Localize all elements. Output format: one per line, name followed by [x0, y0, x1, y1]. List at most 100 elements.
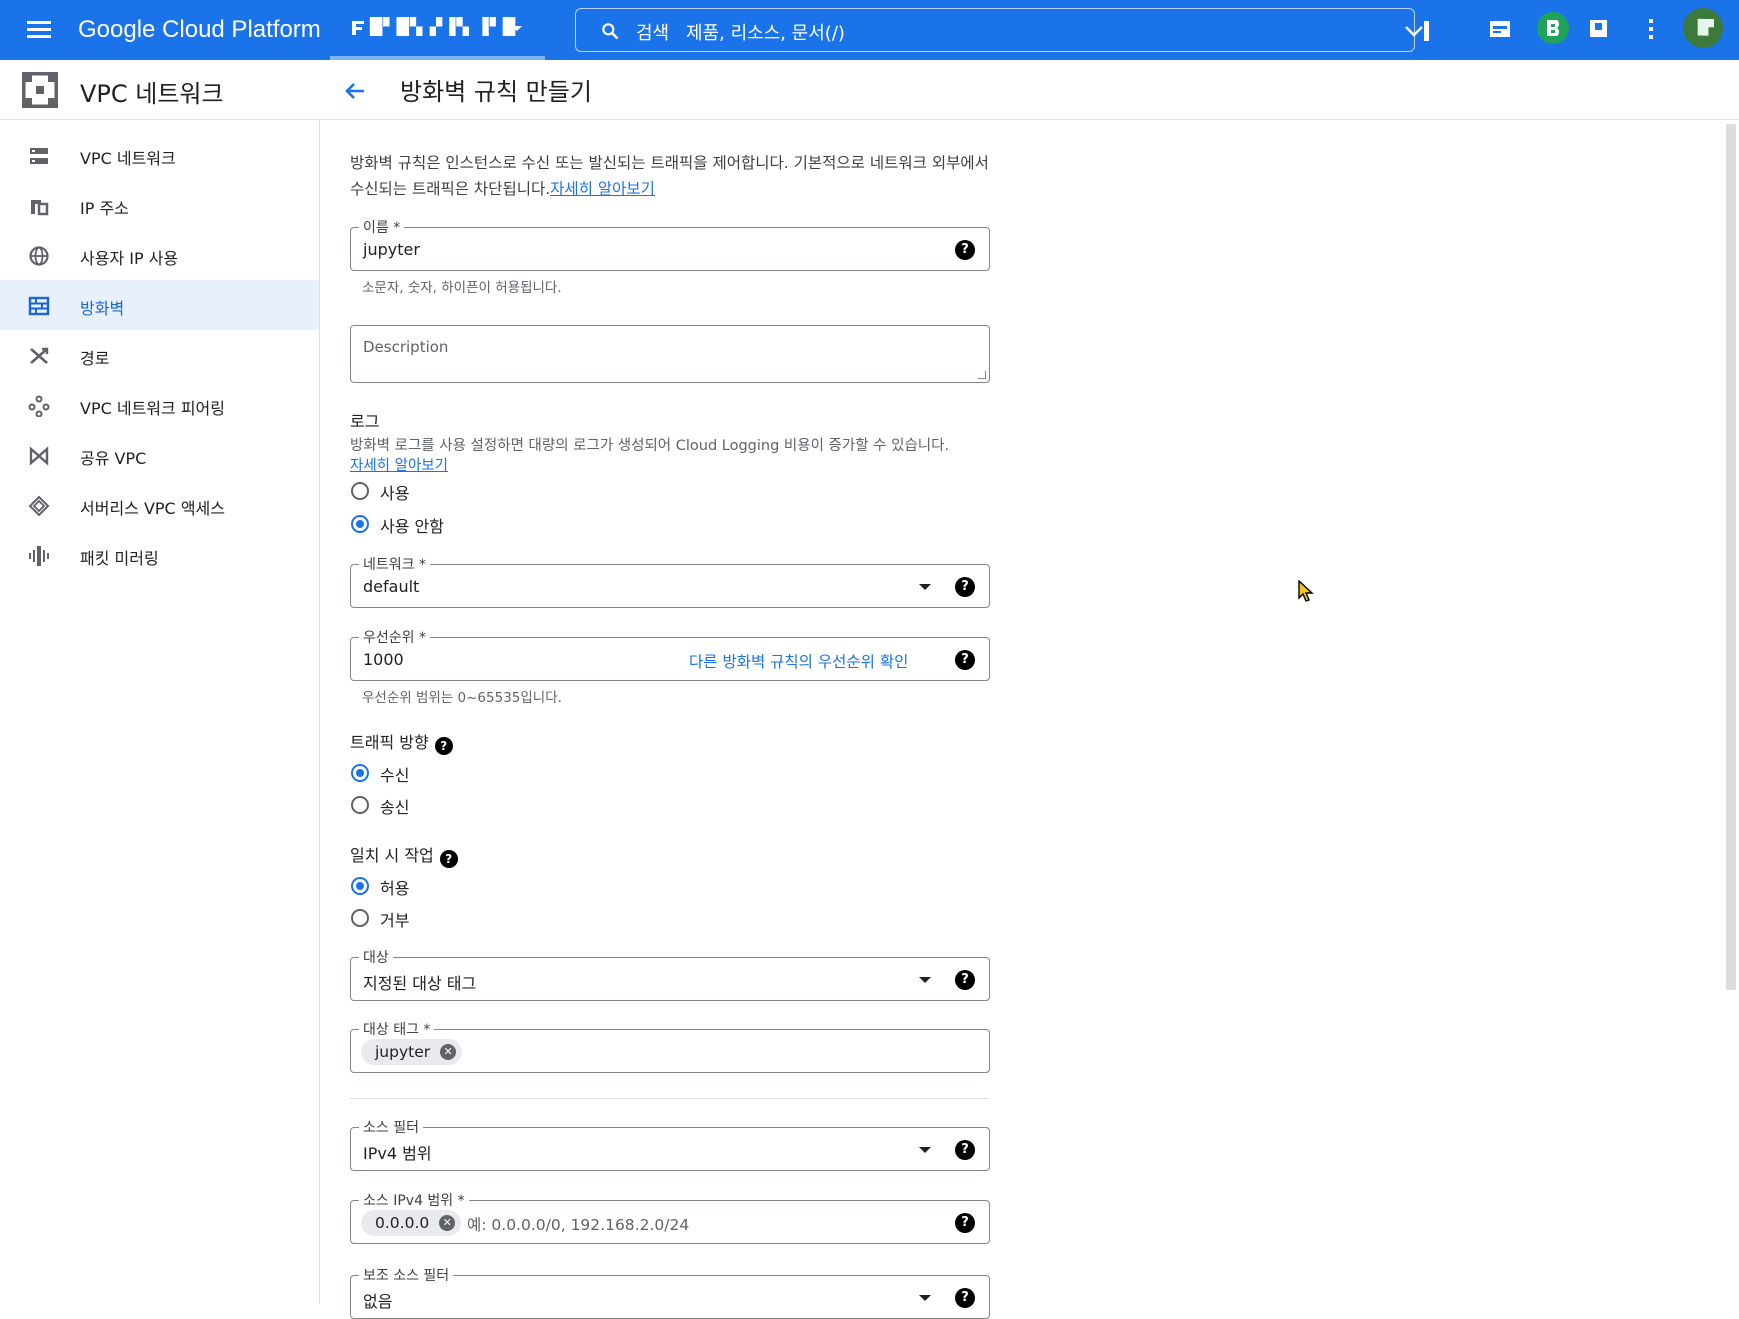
gift-icon[interactable] — [1533, 8, 1573, 48]
firewall-icon — [28, 296, 50, 316]
help-icon[interactable]: ? — [439, 850, 458, 868]
help-icon[interactable]: ? — [955, 240, 975, 260]
target-tags-field[interactable]: 대상 태그 * jupyter ✕ — [350, 1019, 990, 1073]
dropdown-arrow-icon[interactable] — [919, 584, 931, 590]
sidebar-item-vpc-networks[interactable]: VPC 네트워크 — [0, 130, 319, 180]
sidebar-item-peering[interactable]: VPC 네트워크 피어링 — [0, 380, 319, 430]
sidebar-item-ip-addresses[interactable]: IP 주소 — [0, 180, 319, 230]
logs-description: 방화벽 로그를 사용 설정하면 대량의 로그가 생성되어 Cloud Loggi… — [350, 436, 990, 476]
project-icon — [352, 21, 364, 35]
sidebar-item-routes[interactable]: 경로 — [0, 330, 319, 380]
sidebar-item-label: VPC 네트워크 피어링 — [80, 399, 225, 418]
chevron-down-icon[interactable] — [1404, 21, 1430, 41]
close-icon[interactable]: ✕ — [439, 1215, 456, 1231]
search-icon — [602, 23, 619, 40]
radio-label: 거부 — [380, 911, 410, 930]
close-icon[interactable]: ✕ — [440, 1044, 457, 1060]
help-icon[interactable]: ? — [955, 1288, 975, 1308]
radio-button[interactable] — [351, 877, 369, 895]
name-hint: 소문자, 숫자, 하이픈이 허용됩니다. — [362, 280, 562, 296]
product-header: VPC 네트워크 — [0, 60, 320, 120]
resize-handle[interactable] — [978, 371, 986, 379]
description-placeholder: Description — [363, 338, 449, 356]
search-input[interactable]: 제품, 리소스, 문서(/) — [686, 19, 845, 45]
name-field[interactable]: 이름 * jupyter ? — [350, 217, 990, 271]
sidebar-nav: VPC 네트워크 IP 주소 사용자 IP 사용 방화벽 경로 VPC 네트워크… — [0, 120, 320, 1304]
notifications-icon[interactable] — [1584, 14, 1614, 44]
routes-icon — [30, 347, 49, 364]
terminal-icon[interactable] — [1485, 14, 1515, 44]
help-icon[interactable]: ? — [955, 1140, 975, 1160]
scrollbar[interactable] — [1726, 124, 1736, 990]
dropdown-arrow-icon[interactable] — [919, 1295, 931, 1301]
direction-title: 트래픽 방향? — [350, 729, 453, 755]
menu-icon[interactable] — [26, 19, 52, 41]
help-icon[interactable]: ? — [434, 737, 453, 755]
search-bar[interactable]: 검색 제품, 리소스, 문서(/) — [575, 8, 1429, 52]
peering-icon — [28, 395, 50, 417]
more-vert-icon[interactable] — [1636, 14, 1666, 44]
radio-label: 수신 — [380, 766, 410, 785]
divider — [350, 1098, 990, 1099]
help-icon[interactable]: ? — [955, 970, 975, 990]
description-field[interactable]: Description — [350, 325, 990, 383]
project-name: █▘█▚ ▞▐▚ ▐▘█ — [370, 17, 517, 36]
network-label: 네트워크 * — [359, 554, 430, 574]
name-input[interactable]: jupyter — [363, 240, 420, 259]
second-source-filter-select[interactable]: 보조 소스 필터 없음 ? — [350, 1265, 990, 1319]
tag-chip[interactable]: jupyter ✕ — [361, 1039, 463, 1065]
project-selector[interactable]: █▘█▚ ▞▐▚ ▐▘█ — [330, 0, 545, 60]
sidebar-item-label: 서버리스 VPC 액세스 — [80, 499, 225, 518]
dropdown-arrow-icon[interactable] — [919, 977, 931, 983]
chevron-down-icon — [512, 26, 522, 31]
source-ranges-label: 소스 IPv4 범위 * — [359, 1190, 469, 1210]
priority-input[interactable]: 1000 — [363, 650, 404, 669]
help-icon[interactable]: ? — [955, 650, 975, 670]
sidebar-item-packet-mirroring[interactable]: 패킷 미러링 — [0, 530, 319, 580]
logs-desc-text: 방화벽 로그를 사용 설정하면 대량의 로그가 생성되어 Cloud Loggi… — [350, 438, 950, 454]
sidebar-item-firewall[interactable]: 방화벽 — [0, 280, 319, 330]
brand-title[interactable]: Google Cloud Platform — [78, 15, 321, 45]
radio-button[interactable] — [351, 796, 369, 814]
priority-label: 우선순위 * — [359, 627, 430, 647]
targets-select[interactable]: 대상 지정된 대상 태그 ? — [350, 947, 990, 1001]
second-source-filter-label: 보조 소스 필터 — [359, 1265, 454, 1285]
sidebar-item-label: 경로 — [80, 349, 110, 368]
radio-label: 사용 안함 — [380, 517, 444, 536]
back-arrow-icon[interactable] — [342, 78, 368, 104]
second-source-filter-value: 없음 — [363, 1292, 393, 1311]
radio-button[interactable] — [351, 482, 369, 500]
shared-vpc-icon — [29, 446, 49, 466]
avatar[interactable]: ▐▛ — [1683, 8, 1723, 48]
mouse-cursor-icon — [1298, 580, 1314, 602]
source-ranges-field[interactable]: 소스 IPv4 범위 * 0.0.0.0 ✕ 예: 0.0.0.0/0, 192… — [350, 1190, 990, 1244]
logs-learn-more-link[interactable]: 자세히 알아보기 — [350, 458, 448, 474]
priority-field[interactable]: 우선순위 * 1000 다른 방화벽 규칙의 우선순위 확인 ? — [350, 627, 990, 681]
help-icon[interactable]: ? — [955, 577, 975, 597]
dropdown-arrow-icon[interactable] — [919, 1147, 931, 1153]
radio-button[interactable] — [351, 515, 369, 533]
range-chip[interactable]: 0.0.0.0 ✕ — [361, 1210, 462, 1236]
sidebar-item-shared-vpc[interactable]: 공유 VPC — [0, 430, 319, 480]
intro-text: 방화벽 규칙은 인스턴스로 수신 또는 발신되는 트래픽을 제어합니다. 기본적… — [350, 150, 990, 202]
vpc-logo-icon — [22, 72, 58, 108]
sidebar-item-serverless-vpc[interactable]: 서버리스 VPC 액세스 — [0, 480, 319, 530]
radio-button[interactable] — [351, 764, 369, 782]
learn-more-link[interactable]: 자세히 알아보기 — [550, 180, 655, 198]
page-header: 방화벽 규칙 만들기 — [320, 60, 1739, 120]
radio-button[interactable] — [351, 909, 369, 927]
direction-label: 트래픽 방향 — [350, 733, 429, 752]
packet-mirroring-icon — [29, 546, 49, 566]
ip-address-icon — [31, 200, 49, 216]
product-title: VPC 네트워크 — [80, 80, 224, 108]
priority-hint: 우선순위 범위는 0~65535입니다. — [362, 690, 562, 706]
source-filter-select[interactable]: 소스 필터 IPv4 범위 ? — [350, 1117, 990, 1171]
source-ranges-input[interactable]: 예: 0.0.0.0/0, 192.168.2.0/24 — [467, 1213, 689, 1235]
sidebar-item-label: IP 주소 — [80, 199, 129, 218]
sidebar-item-byoip[interactable]: 사용자 IP 사용 — [0, 230, 319, 280]
action-label: 일치 시 작업 — [350, 846, 434, 865]
intro-description: 방화벽 규칙은 인스턴스로 수신 또는 발신되는 트래픽을 제어합니다. 기본적… — [350, 154, 989, 198]
network-select[interactable]: 네트워크 * default ? — [350, 554, 990, 608]
help-icon[interactable]: ? — [955, 1213, 975, 1233]
check-priorities-link[interactable]: 다른 방화벽 규칙의 우선순위 확인 — [689, 650, 908, 672]
